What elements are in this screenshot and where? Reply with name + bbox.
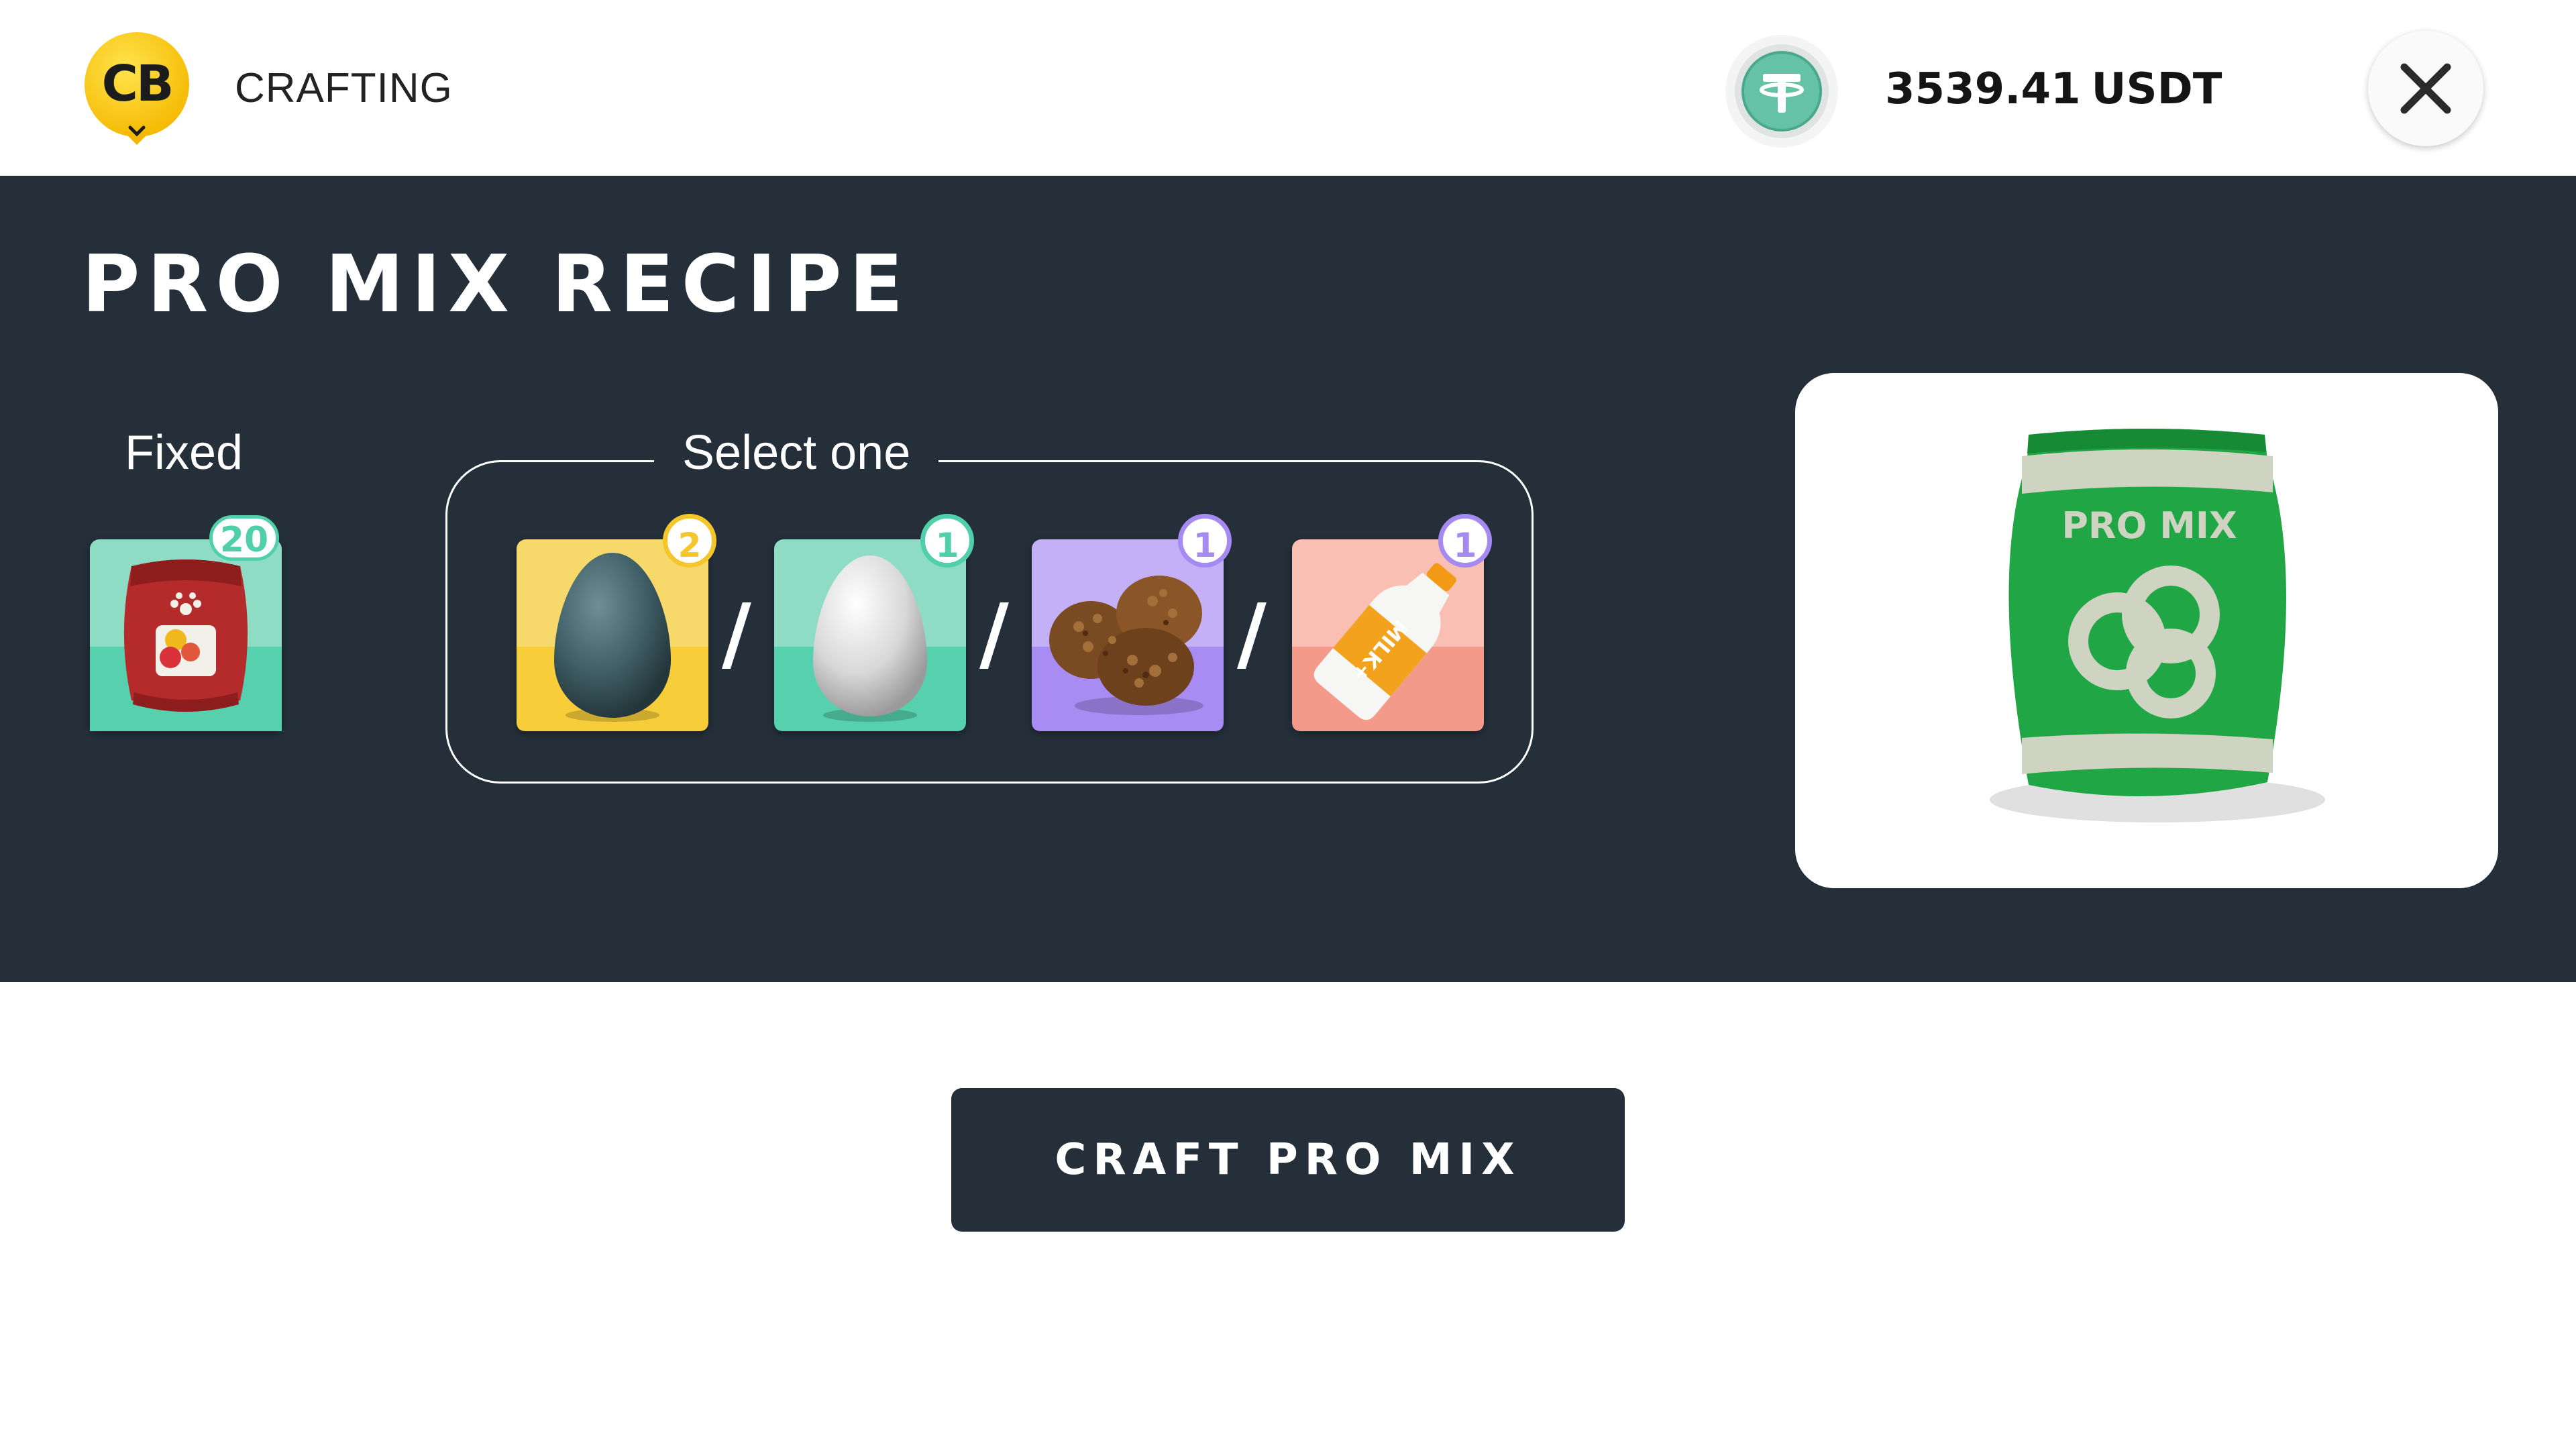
select-one-label: Select one <box>654 425 939 480</box>
milk-bottle-icon: MILK+ <box>1292 539 1484 731</box>
balance-display: 3539.41 USDT <box>1885 64 2222 114</box>
truffle-icon <box>1032 539 1224 731</box>
white-egg-icon <box>774 539 966 731</box>
fixed-label: Fixed <box>124 426 244 480</box>
ingredient-dark-egg[interactable]: 2 <box>517 514 716 731</box>
ingredient-count: 1 <box>1438 514 1492 568</box>
ingredient-count: 1 <box>920 514 974 568</box>
ingredient-truffle[interactable]: 1 <box>1032 514 1232 731</box>
top-bar: CB CRAFTING 3539.41 USDT <box>0 0 2576 176</box>
pro-mix-bag-icon: PRO MIX <box>1990 429 2325 822</box>
result-preview-card: PRO MIX <box>1795 373 2498 888</box>
red-feed-bag-icon <box>90 539 282 731</box>
balance-currency: USDT <box>2091 64 2222 114</box>
fixed-ingredient-feed-bag[interactable]: 20 <box>90 515 282 731</box>
separator-slash: / <box>1237 588 1267 681</box>
tether-coin-icon <box>1724 34 1839 149</box>
ingredient-count: 2 <box>663 514 716 568</box>
separator-slash: / <box>722 588 751 681</box>
page-title: CRAFTING <box>235 65 453 111</box>
ingredient-white-egg[interactable]: 1 <box>774 514 974 731</box>
close-icon <box>2400 63 2451 114</box>
dark-egg-icon <box>517 539 708 731</box>
recipe-title: PRO MIX RECIPE <box>82 237 911 330</box>
cb-logo[interactable]: CB <box>79 31 195 146</box>
fixed-ingredient-count: 20 <box>209 515 279 561</box>
logo-text: CB <box>101 55 174 113</box>
craft-button[interactable]: CRAFT PRO MIX <box>951 1088 1625 1232</box>
separator-slash: / <box>979 588 1009 681</box>
pro-mix-bag-label: PRO MIX <box>2061 504 2237 547</box>
close-button[interactable] <box>2368 31 2483 146</box>
ingredient-milk[interactable]: MILK+ 1 <box>1292 514 1492 731</box>
recipe-panel: PRO MIX RECIPE Fixed 20 Select one 2 / 1… <box>0 176 2576 982</box>
ingredient-count: 1 <box>1178 514 1232 568</box>
balance-amount: 3539.41 <box>1885 64 2081 114</box>
